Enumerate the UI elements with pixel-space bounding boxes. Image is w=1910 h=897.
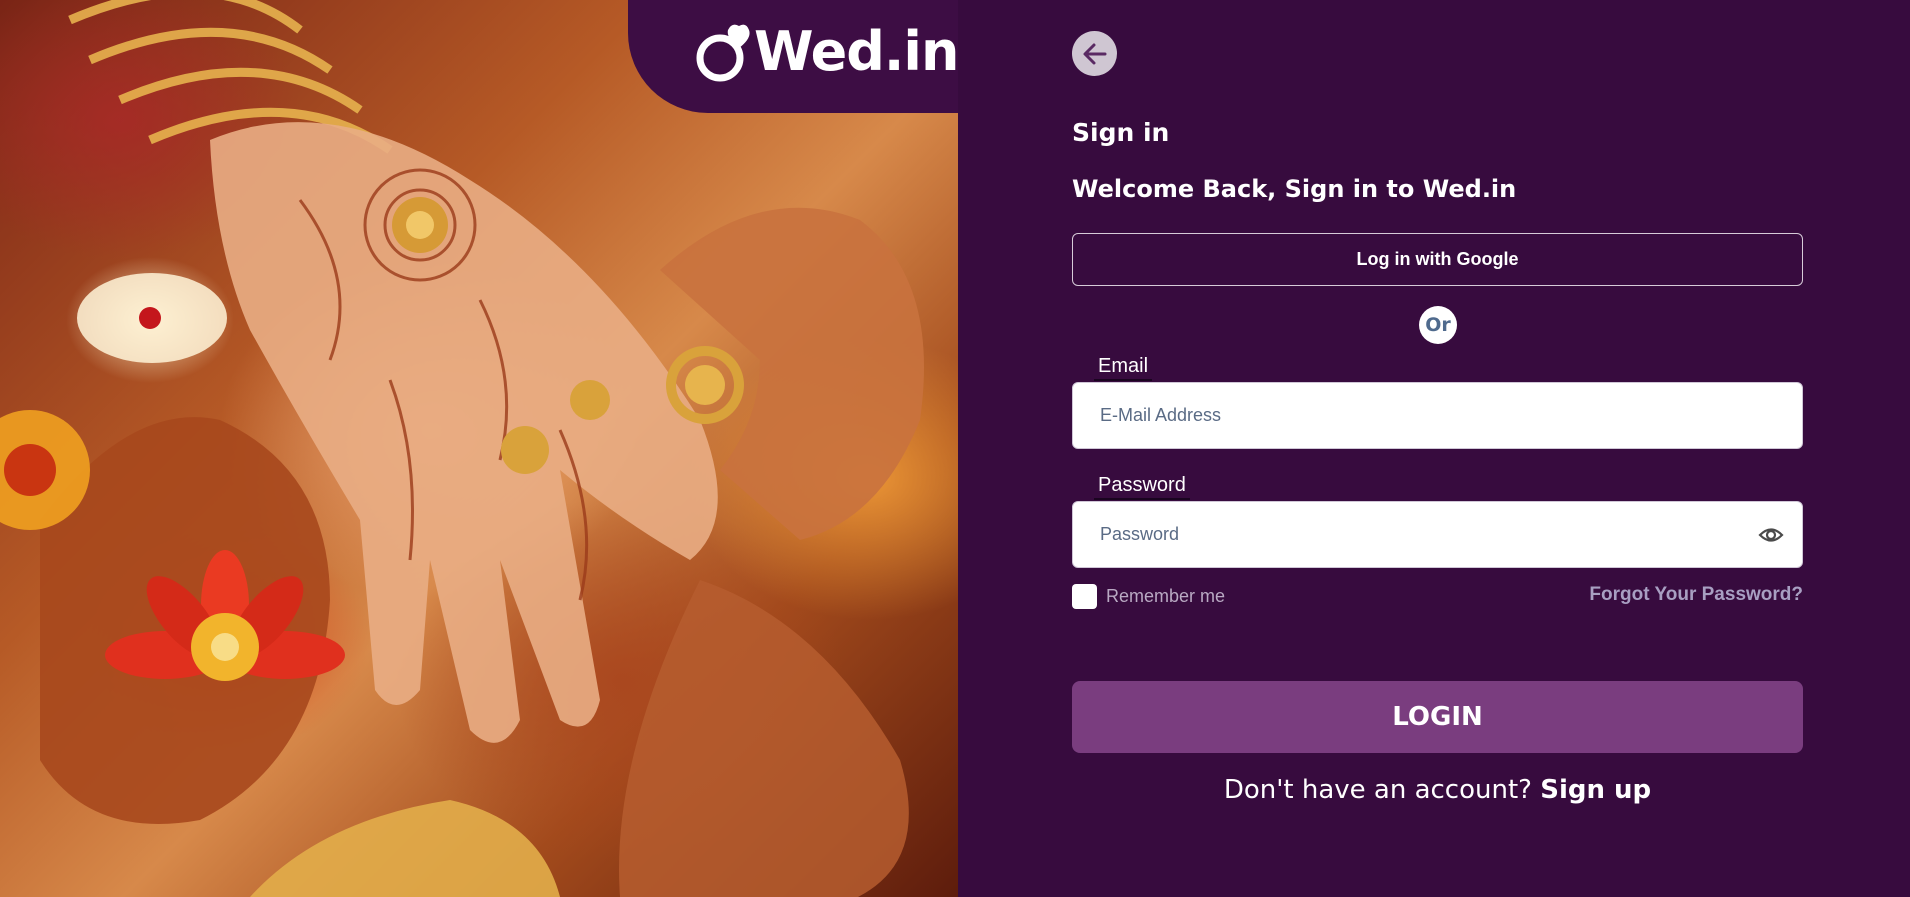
- signup-link[interactable]: Sign up: [1540, 775, 1651, 805]
- login-button[interactable]: LOGIN: [1072, 681, 1803, 753]
- password-field-wrapper: [1072, 501, 1803, 568]
- hero-image: Wed.in: [0, 0, 958, 897]
- hero-illustration: [0, 0, 924, 897]
- password-field[interactable]: [1100, 502, 1775, 567]
- password-label: Password: [1094, 474, 1190, 500]
- email-label: Email: [1093, 355, 1153, 381]
- forgot-password-link[interactable]: Forgot Your Password?: [1589, 584, 1803, 606]
- google-login-button[interactable]: Log in with Google: [1072, 233, 1803, 286]
- remember-me[interactable]: Remember me: [1072, 584, 1225, 609]
- remember-me-checkbox[interactable]: [1072, 584, 1097, 609]
- email-field[interactable]: [1100, 383, 1775, 448]
- signup-prompt: Don't have an account?: [1223, 775, 1532, 805]
- remember-me-label: Remember me: [1106, 586, 1226, 606]
- sign-in-panel: Sign in Welcome Back, Sign in to Wed.in …: [958, 0, 1910, 897]
- heart-ring-icon: [696, 24, 750, 82]
- or-divider: Or: [1419, 306, 1457, 344]
- page-subtitle: Welcome Back, Sign in to Wed.in: [1072, 175, 1517, 203]
- page-title: Sign in: [1072, 118, 1170, 147]
- logo-text: Wed.in: [754, 20, 958, 83]
- email-field-wrapper: [1072, 382, 1803, 449]
- arrow-left-icon: [1083, 43, 1106, 64]
- back-button[interactable]: [1072, 31, 1117, 76]
- eye-icon[interactable]: [1758, 524, 1784, 546]
- signup-prompt-row: Don't have an account? Sign up: [1072, 775, 1803, 805]
- brand-logo[interactable]: Wed.in: [694, 16, 958, 88]
